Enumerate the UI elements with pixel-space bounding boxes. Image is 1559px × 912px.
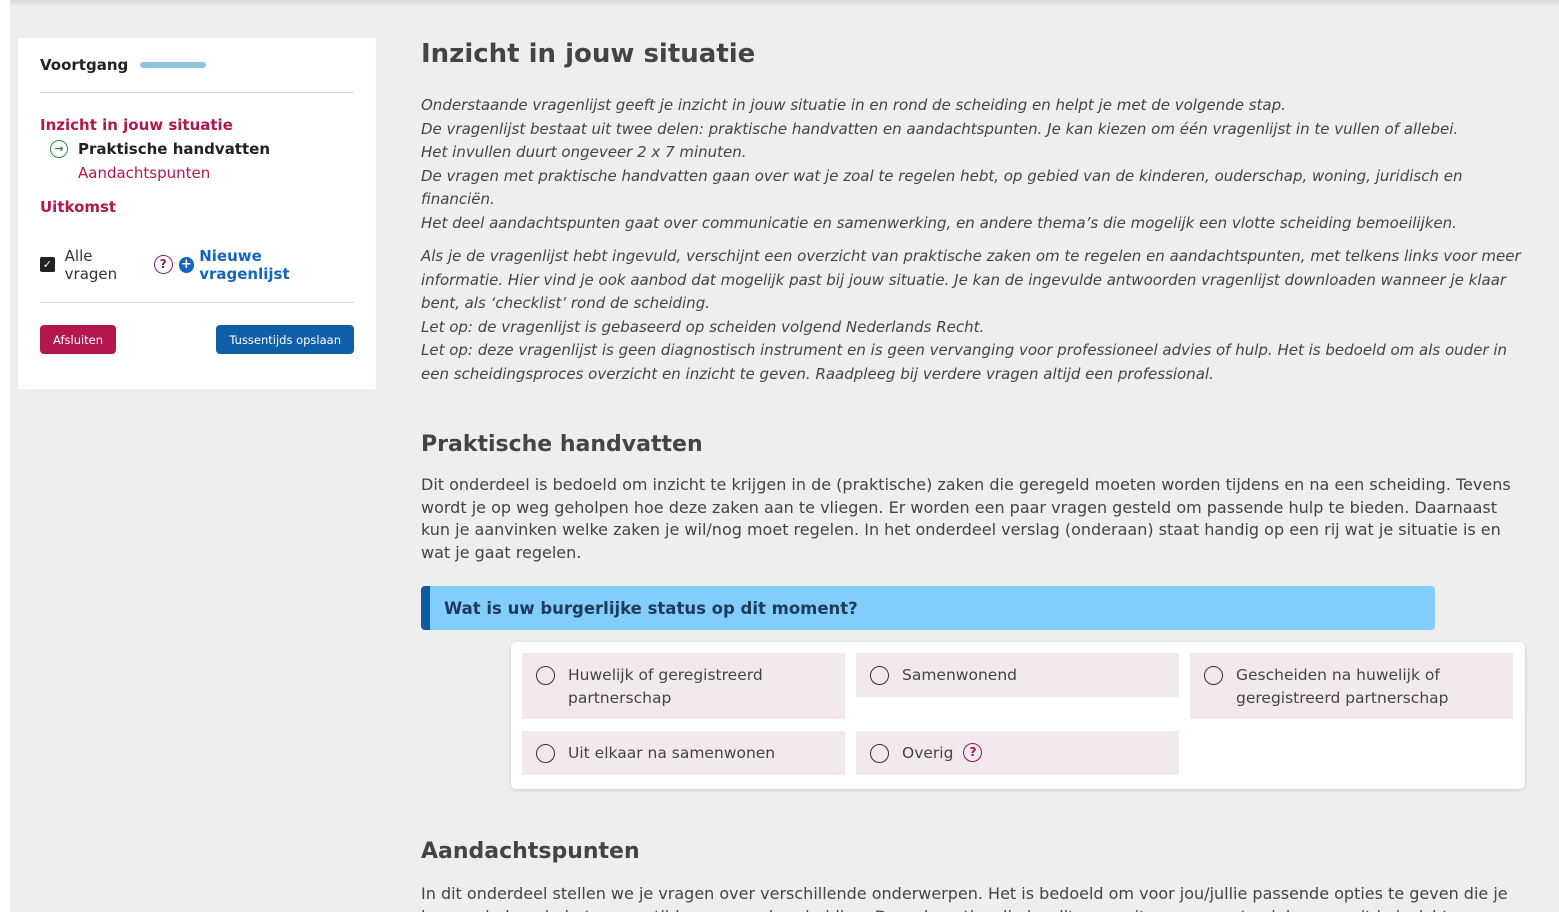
radio-option-label: Samenwonend — [902, 666, 1017, 684]
intro-text: Onderstaande vragenlijst geeft je inzich… — [421, 94, 1531, 386]
radio-option-cohabiting[interactable]: Samenwonend — [856, 653, 1179, 697]
nav-item-practical[interactable]: → Praktische handvatten — [50, 137, 354, 161]
sidebar-buttons: Afsluiten Tussentijds opslaan — [40, 325, 354, 354]
intro-paragraph: Let op: de vragenlijst is gebaseerd op s… — [421, 317, 985, 336]
all-questions-label: Alle vragen — [64, 246, 118, 283]
intro-paragraph: Onderstaande vragenlijst geeft je inzich… — [421, 96, 1286, 114]
options-row: ✓ Alle vragen ? + Nieuwe vragenlijst — [40, 241, 354, 303]
progress-label: Voortgang — [40, 56, 129, 74]
save-interim-button[interactable]: Tussentijds opslaan — [216, 325, 354, 354]
all-questions-checkbox[interactable]: ✓ — [40, 257, 55, 272]
radio-option-label: Overig — [902, 744, 954, 762]
radio-option-marriage[interactable]: Huwelijk of geregistreerd partnerschap — [522, 653, 845, 719]
radio-button[interactable] — [536, 666, 555, 685]
section-text-attention: In dit onderdeel stellen we je vragen ov… — [421, 884, 1508, 912]
arrow-right-circle-icon: → — [50, 140, 68, 158]
intro-paragraph: Als je de vragenlijst hebt ingevuld, ver… — [421, 247, 1521, 312]
radio-option-divorced[interactable]: Gescheiden na huwelijk of geregistreerd … — [1190, 653, 1513, 719]
intro-paragraph: Let op: deze vragenlijst is geen diagnos… — [421, 341, 1508, 383]
progress-row: Voortgang — [40, 38, 354, 93]
left-edge — [0, 0, 10, 912]
radio-button[interactable] — [1204, 666, 1223, 685]
radio-option-other[interactable]: Overig ? — [856, 731, 1179, 775]
help-icon[interactable]: ? — [963, 743, 983, 762]
radio-option-separated[interactable]: Uit elkaar na samenwonen — [522, 731, 845, 775]
radio-option-label: Huwelijk of geregistreerd partnerschap — [568, 666, 763, 707]
intro-paragraph: De vragen met praktische handvatten gaan… — [421, 166, 1463, 209]
sidebar: Voortgang Inzicht in jouw situatie → Pra… — [18, 38, 376, 389]
page-title: Inzicht in jouw situatie — [421, 39, 756, 69]
nav-item-attention[interactable]: Aandachtspunten — [78, 161, 354, 185]
help-icon[interactable]: ? — [153, 255, 173, 274]
plus-circle-icon[interactable]: + — [178, 256, 195, 273]
main-content: Inzicht in jouw situatie Onderstaande vr… — [421, 36, 1531, 912]
section-title-attention: Aandachtspunten — [421, 839, 640, 864]
radio-option-label: Uit elkaar na samenwonen — [568, 744, 776, 762]
top-shadow — [0, 0, 1559, 6]
radio-option-label: Gescheiden na huwelijk of geregistreerd … — [1236, 666, 1449, 707]
intro-paragraph: Het deel aandachtspunten gaat over commu… — [421, 213, 1457, 232]
answer-options: Huwelijk of geregistreerd partnerschap S… — [511, 642, 1525, 789]
section-title-practical: Praktische handvatten — [421, 432, 703, 457]
radio-button[interactable] — [870, 744, 889, 763]
nav-section-outcome[interactable]: Uitkomst — [40, 195, 354, 219]
radio-button[interactable] — [536, 744, 555, 763]
new-questionnaire-link[interactable]: Nieuwe vragenlijst — [199, 247, 354, 283]
progress-bar — [140, 62, 207, 68]
intro-paragraph: Het invullen duurt ongeveer 2 x 7 minute… — [421, 143, 747, 161]
question-header: Wat is uw burgerlijke status op dit mome… — [421, 586, 1435, 630]
section-text-practical: Dit onderdeel is bedoeld om inzicht te k… — [421, 475, 1511, 562]
nav-section-situation[interactable]: Inzicht in jouw situatie — [40, 113, 354, 137]
close-button[interactable]: Afsluiten — [40, 325, 117, 354]
radio-button[interactable] — [870, 666, 889, 685]
intro-paragraph: De vragenlijst bestaat uit twee delen: p… — [421, 119, 1459, 138]
nav-item-practical-label: Praktische handvatten — [78, 140, 271, 158]
sidebar-nav: Inzicht in jouw situatie → Praktische ha… — [40, 93, 354, 219]
